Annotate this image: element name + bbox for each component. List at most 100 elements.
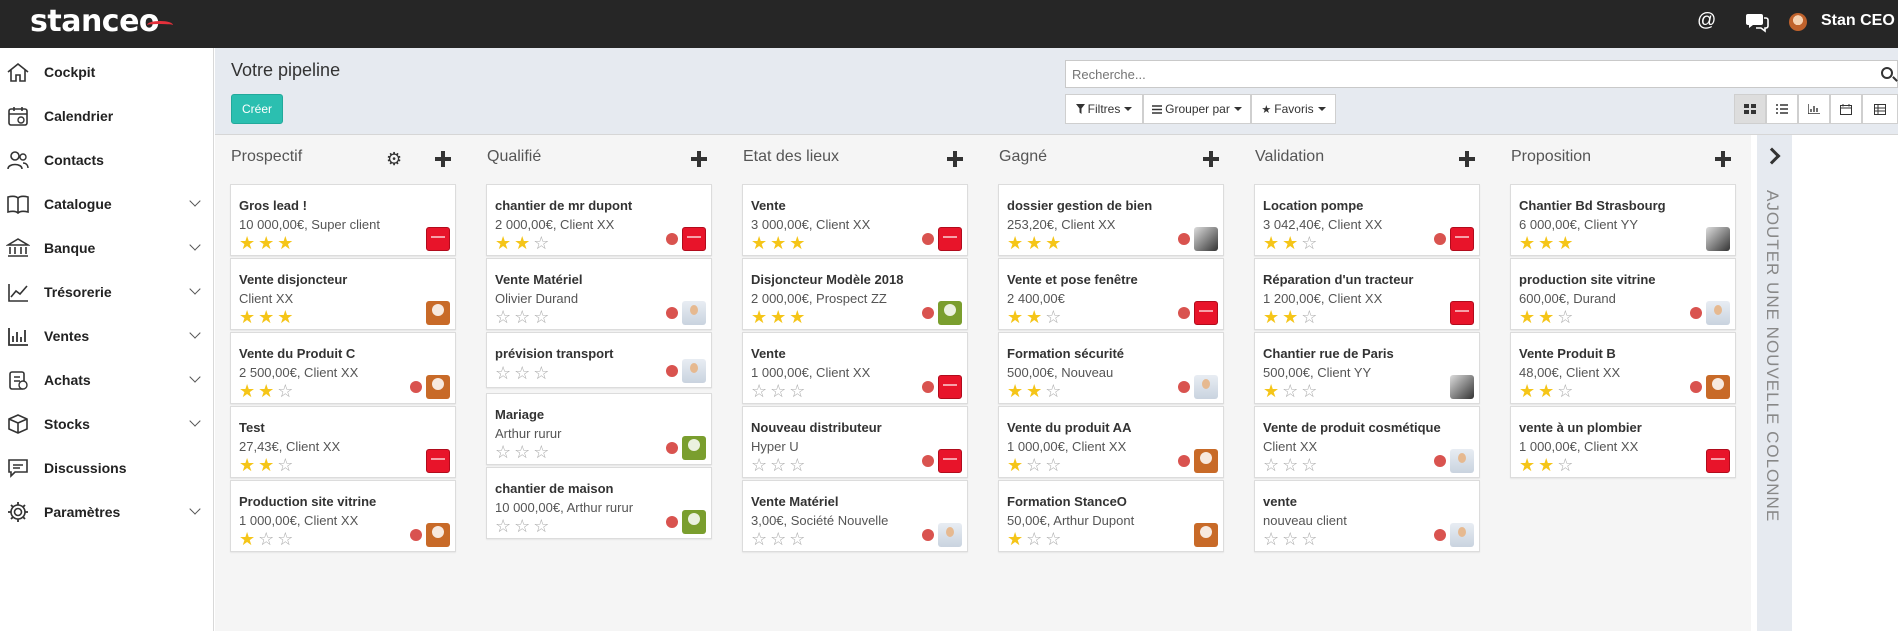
add-column-label[interactable]: AJOUTER UNE NOUVELLE COLONNE [1762,190,1782,522]
chevron-down-icon[interactable] [189,371,201,383]
column-title[interactable]: Etat des lieux [743,148,839,166]
star-icon[interactable]: ★ [1538,309,1554,327]
star-icon[interactable]: ★ [239,457,255,475]
kanban-card[interactable]: Vente du produit AA 1 000,00€, Client XX ★… [998,406,1224,478]
kanban-card[interactable]: Réparation d'un tracteur 1 200,00€, Clien… [1254,258,1480,330]
assignee-avatar[interactable] [426,523,450,547]
star-icon[interactable]: ★ [1282,235,1298,253]
kanban-card[interactable]: Formation StanceO 50,00€, Arthur Dupont ★ ☆… [998,480,1224,552]
activity-status-dot[interactable] [922,529,934,541]
assignee-avatar[interactable] [1706,375,1730,399]
star-icon[interactable]: ★ [1538,383,1554,401]
assignee-avatar[interactable] [1706,301,1730,325]
star-icon[interactable]: ★ [258,457,274,475]
assignee-avatar[interactable] [1706,227,1730,251]
view-pivot-button[interactable] [1862,94,1898,124]
assignee-avatar[interactable] [682,359,706,383]
star-icon[interactable]: ☆ [514,518,530,536]
add-card-plus-icon[interactable] [1203,151,1219,167]
star-icon[interactable]: ☆ [1301,309,1317,327]
star-icon[interactable]: ☆ [1263,531,1279,549]
star-icon[interactable]: ☆ [1557,309,1573,327]
star-icon[interactable]: ★ [1282,309,1298,327]
kanban-card[interactable]: Chantier Bd Strasbourg 6 000,00€, Client … [1510,184,1736,256]
kanban-card[interactable]: production site vitrine 600,00€, Durand ★ ★… [1510,258,1736,330]
sidebar-item-discussions[interactable]: Discussions [0,446,214,490]
assignee-avatar[interactable] [1450,449,1474,473]
star-icon[interactable]: ☆ [1301,235,1317,253]
kanban-card[interactable]: Vente Matériel 3,00€, Société Nouvelle ☆ ☆ ☆ [742,480,968,552]
kanban-card[interactable]: chantier de mr dupont 2 000,00€, Client X… [486,184,712,256]
star-icon[interactable]: ☆ [751,457,767,475]
star-icon[interactable]: ☆ [277,457,293,475]
star-icon[interactable]: ☆ [789,383,805,401]
activity-status-dot[interactable] [410,381,422,393]
star-icon[interactable]: ☆ [1301,457,1317,475]
star-icon[interactable]: ☆ [258,531,274,549]
kanban-card[interactable]: Nouveau distributeur Hyper U ☆ ☆ ☆ [742,406,968,478]
activity-status-dot[interactable] [1178,455,1190,467]
star-icon[interactable]: ★ [1538,235,1554,253]
star-icon[interactable]: ★ [770,309,786,327]
star-icon[interactable]: ☆ [514,309,530,327]
activity-status-dot[interactable] [666,516,678,528]
star-icon[interactable]: ★ [1026,235,1042,253]
assignee-avatar[interactable] [938,449,962,473]
kanban-card[interactable]: chantier de maison 10 000,00€, Arthur rur… [486,467,712,539]
star-icon[interactable]: ★ [1007,383,1023,401]
kanban-card[interactable]: Disjoncteur Modèle 2018 2 000,00€, Prospe… [742,258,968,330]
star-icon[interactable]: ☆ [533,444,549,462]
chevron-down-icon[interactable] [189,415,201,427]
sidebar-item-contacts[interactable]: Contacts [0,138,214,182]
star-icon[interactable]: ☆ [770,457,786,475]
star-icon[interactable]: ★ [751,309,767,327]
star-icon[interactable]: ★ [1519,309,1535,327]
activity-status-dot[interactable] [1434,455,1446,467]
star-icon[interactable]: ☆ [514,365,530,383]
star-icon[interactable]: ☆ [533,518,549,536]
kanban-card[interactable]: Vente Matériel Olivier Durand ☆ ☆ ☆ [486,258,712,330]
star-icon[interactable]: ★ [1519,235,1535,253]
star-icon[interactable]: ☆ [1263,457,1279,475]
star-icon[interactable]: ☆ [751,383,767,401]
column-title[interactable]: Validation [1255,148,1324,166]
sidebar-item-stocks[interactable]: Stocks [0,402,214,446]
activity-status-dot[interactable] [1690,381,1702,393]
assignee-avatar[interactable] [426,449,450,473]
star-icon[interactable]: ☆ [1026,531,1042,549]
star-icon[interactable]: ☆ [1301,531,1317,549]
star-icon[interactable]: ★ [1007,457,1023,475]
kanban-card[interactable]: Gros lead ! 10 000,00€, Super client ★ ★ ★ [230,184,456,256]
activity-status-dot[interactable] [922,307,934,319]
kanban-card[interactable]: vente à un plombier 1 000,00€, Client XX ★… [1510,406,1736,478]
assignee-avatar[interactable] [938,227,962,251]
chevron-right-icon[interactable] [1763,147,1781,165]
activity-status-dot[interactable] [1178,233,1190,245]
star-icon[interactable]: ☆ [1045,309,1061,327]
star-icon[interactable]: ☆ [1282,531,1298,549]
activity-status-dot[interactable] [666,365,678,377]
star-icon[interactable]: ★ [1263,309,1279,327]
assignee-avatar[interactable] [682,510,706,534]
star-icon[interactable]: ★ [495,235,511,253]
star-icon[interactable]: ★ [1026,309,1042,327]
star-icon[interactable]: ★ [1538,457,1554,475]
kanban-card[interactable]: Vente de produit cosmétique Client XX ☆ ☆ ☆ [1254,406,1480,478]
sidebar-item-cockpit[interactable]: Cockpit [0,50,214,94]
sidebar-item-ventes[interactable]: Ventes [0,314,214,358]
chevron-down-icon[interactable] [189,503,201,515]
kanban-card[interactable]: Vente 1 000,00€, Client XX ☆ ☆ ☆ [742,332,968,404]
activity-status-dot[interactable] [1434,233,1446,245]
activity-status-dot[interactable] [922,381,934,393]
star-icon[interactable]: ★ [1263,383,1279,401]
filters-button[interactable]: Filtres [1065,94,1143,124]
kanban-card[interactable]: Vente Produit B 48,00€, Client XX ★ ★ ☆ [1510,332,1736,404]
assignee-avatar[interactable] [1706,449,1730,473]
activity-status-dot[interactable] [922,455,934,467]
star-icon[interactable]: ☆ [1045,383,1061,401]
star-icon[interactable]: ★ [258,235,274,253]
add-card-plus-icon[interactable] [435,151,451,167]
kanban-card[interactable]: Vente du Produit C 2 500,00€, Client XX ★ ★… [230,332,456,404]
star-icon[interactable]: ☆ [495,444,511,462]
user-avatar[interactable] [1789,13,1807,31]
